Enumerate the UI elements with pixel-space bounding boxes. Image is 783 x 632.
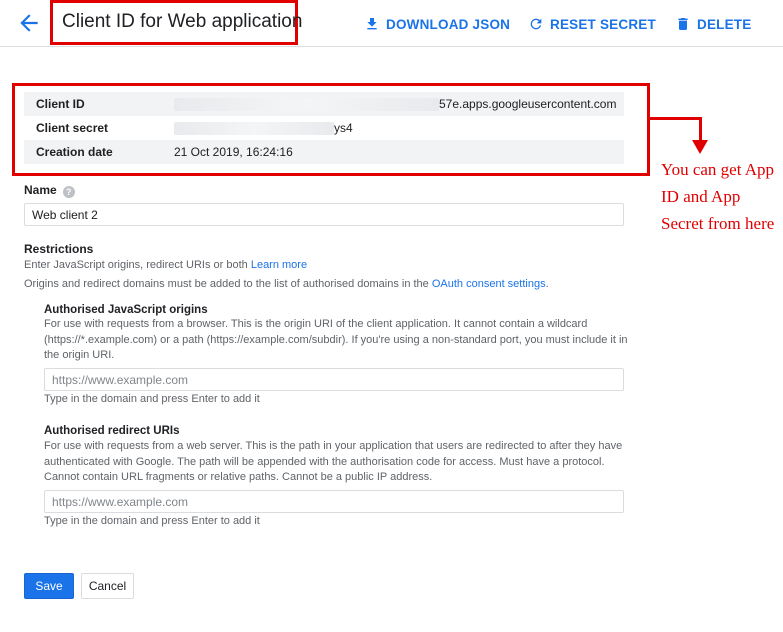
reset-secret-label: RESET SECRET <box>550 16 656 32</box>
redirect-uris-hint: Type in the domain and press Enter to ad… <box>44 515 260 527</box>
js-origin-input[interactable] <box>44 368 624 391</box>
js-origins-title: Authorised JavaScript origins <box>44 304 208 316</box>
restrictions-desc-text: Enter JavaScript origins, redirect URIs … <box>24 259 248 271</box>
restrictions-desc: Enter JavaScript origins, redirect URIs … <box>24 258 307 274</box>
save-button[interactable]: Save <box>24 573 74 599</box>
redirect-uri-input[interactable] <box>44 490 624 513</box>
js-origins-desc: For use with requests from a browser. Th… <box>44 318 628 361</box>
trash-icon <box>678 18 688 30</box>
download-json-button[interactable]: DOWNLOAD JSON <box>364 14 510 34</box>
name-label-wrapper: Name? <box>24 183 75 198</box>
name-label: Name <box>24 183 57 197</box>
reset-secret-button[interactable]: RESET SECRET <box>528 14 656 34</box>
download-json-label: DOWNLOAD JSON <box>386 16 511 32</box>
redirect-uris-desc: For use with requests from a web server.… <box>44 440 623 483</box>
name-input[interactable] <box>24 203 624 226</box>
credentials-highlight-box <box>12 83 650 176</box>
delete-button[interactable]: DELETE <box>675 14 751 34</box>
annotation-line <box>699 117 702 142</box>
page-title: Client ID for Web application <box>62 11 303 32</box>
help-icon[interactable]: ? <box>62 186 75 198</box>
domains-note: Origins and redirect domains must be add… <box>24 277 549 293</box>
cancel-button[interactable]: Cancel <box>81 573 134 599</box>
domains-note-period: . <box>545 278 549 290</box>
back-arrow-icon[interactable] <box>16 10 42 36</box>
delete-label: DELETE <box>697 16 752 32</box>
js-origins-hint: Type in the domain and press Enter to ad… <box>44 393 260 405</box>
annotation-arrow-icon <box>692 140 708 154</box>
annotation-line <box>650 117 701 120</box>
annotation-text: You can get App ID and App Secret from h… <box>661 160 775 233</box>
page-header: Client ID for Web application DOWNLOAD J… <box>0 0 783 47</box>
download-icon <box>367 18 377 30</box>
oauth-consent-link[interactable]: OAuth consent settings <box>432 278 546 290</box>
restrictions-title: Restrictions <box>24 242 94 256</box>
redirect-uris-title: Authorised redirect URIs <box>44 425 180 437</box>
learn-more-link[interactable]: Learn more <box>251 259 307 271</box>
refresh-icon <box>530 18 542 30</box>
domains-note-text: Origins and redirect domains must be add… <box>24 278 429 290</box>
